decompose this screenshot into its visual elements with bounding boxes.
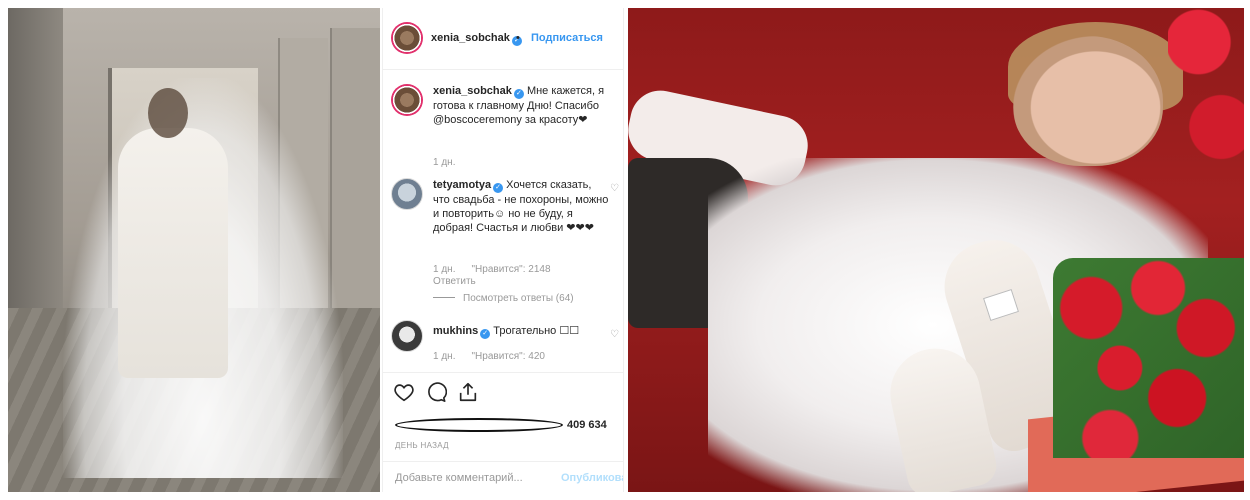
- comment-meta: 1 дн. "Нравится": 420: [433, 351, 545, 362]
- verified-badge-icon: ✓: [480, 329, 491, 339]
- post-actions: 409 634 ДЕНЬ НАЗАД Добавьте комментарий.…: [383, 372, 623, 492]
- post-caption: xenia_sobchak ✓ Мне кажется, я готова к г…: [391, 84, 621, 144]
- photo-carnations: [1053, 258, 1244, 458]
- reply-button[interactable]: Ответить: [433, 276, 476, 287]
- photo-dress: [118, 128, 228, 378]
- add-comment-bar: Добавьте комментарий... Опубликовать: [383, 461, 623, 492]
- comment-time: 1 дн.: [433, 264, 456, 275]
- comment-time: 1 дн.: [433, 351, 456, 362]
- publish-button[interactable]: Опубликовать: [561, 472, 623, 484]
- comment-likes[interactable]: "Нравится": 420: [471, 351, 544, 362]
- comment-like-heart-icon[interactable]: ♡: [610, 328, 619, 342]
- comment-text-block: tetyamotya ✓ Хочется сказать, что свадьба…: [433, 178, 611, 235]
- verified-badge-icon: ✓: [513, 89, 524, 99]
- caption-text-block: xenia_sobchak ✓ Мне кажется, я готова к г…: [433, 84, 611, 127]
- separator-dot: •: [516, 32, 520, 44]
- bride-veil-photo: [8, 8, 380, 492]
- photo-carnations: [1168, 8, 1244, 178]
- view-replies-label[interactable]: Посмотреть ответы (64): [463, 293, 574, 304]
- comment-username[interactable]: mukhins: [433, 325, 478, 337]
- photo-hair: [148, 88, 188, 138]
- photo-face: [1013, 36, 1163, 166]
- likes-row: 409 634: [395, 417, 623, 433]
- heart-icon[interactable]: [393, 381, 415, 403]
- avatar[interactable]: [391, 320, 423, 352]
- view-replies-button[interactable]: Посмотреть ответы (64): [433, 293, 574, 304]
- comment-text: Трогательно ☐☐: [493, 325, 580, 337]
- post-header: xenia_sobchak ✓ • Подписаться: [383, 8, 623, 70]
- likes-count[interactable]: 409 634: [567, 419, 607, 431]
- comment-text-block: mukhins ✓ Трогательно ☐☐: [433, 324, 611, 339]
- comment-likes[interactable]: "Нравится": 2148: [471, 264, 550, 275]
- username-text[interactable]: xenia_sobchak: [431, 32, 510, 44]
- avatar[interactable]: [391, 178, 423, 210]
- comment-like-heart-icon[interactable]: ♡: [610, 182, 619, 196]
- verified-badge-icon: ✓: [493, 183, 504, 193]
- share-icon[interactable]: [457, 381, 479, 403]
- avatar[interactable]: [391, 84, 423, 116]
- caption-username[interactable]: xenia_sobchak: [433, 85, 512, 97]
- redacted-likes-names: [395, 418, 563, 432]
- comment-input[interactable]: Добавьте комментарий...: [395, 472, 523, 484]
- lying-bride-photo: [628, 8, 1244, 492]
- post-header-username[interactable]: xenia_sobchak ✓: [431, 32, 522, 46]
- comment-icon[interactable]: [425, 381, 447, 403]
- instagram-post-panel: xenia_sobchak ✓ • Подписаться xenia_sobch…: [382, 8, 624, 492]
- comment-item: tetyamotya ✓ Хочется сказать, что свадьба…: [391, 178, 621, 248]
- follow-button[interactable]: Подписаться: [531, 32, 603, 44]
- caption-time: 1 дн.: [433, 157, 456, 168]
- post-timestamp: ДЕНЬ НАЗАД: [395, 441, 449, 450]
- photo-wall: [8, 8, 63, 328]
- avatar[interactable]: [391, 22, 423, 54]
- replies-divider: [433, 297, 455, 298]
- comment-item: mukhins ✓ Трогательно ☐☐ ♡: [391, 320, 621, 352]
- comment-username[interactable]: tetyamotya: [433, 179, 491, 191]
- comment-meta: 1 дн. "Нравится": 2148: [433, 264, 551, 275]
